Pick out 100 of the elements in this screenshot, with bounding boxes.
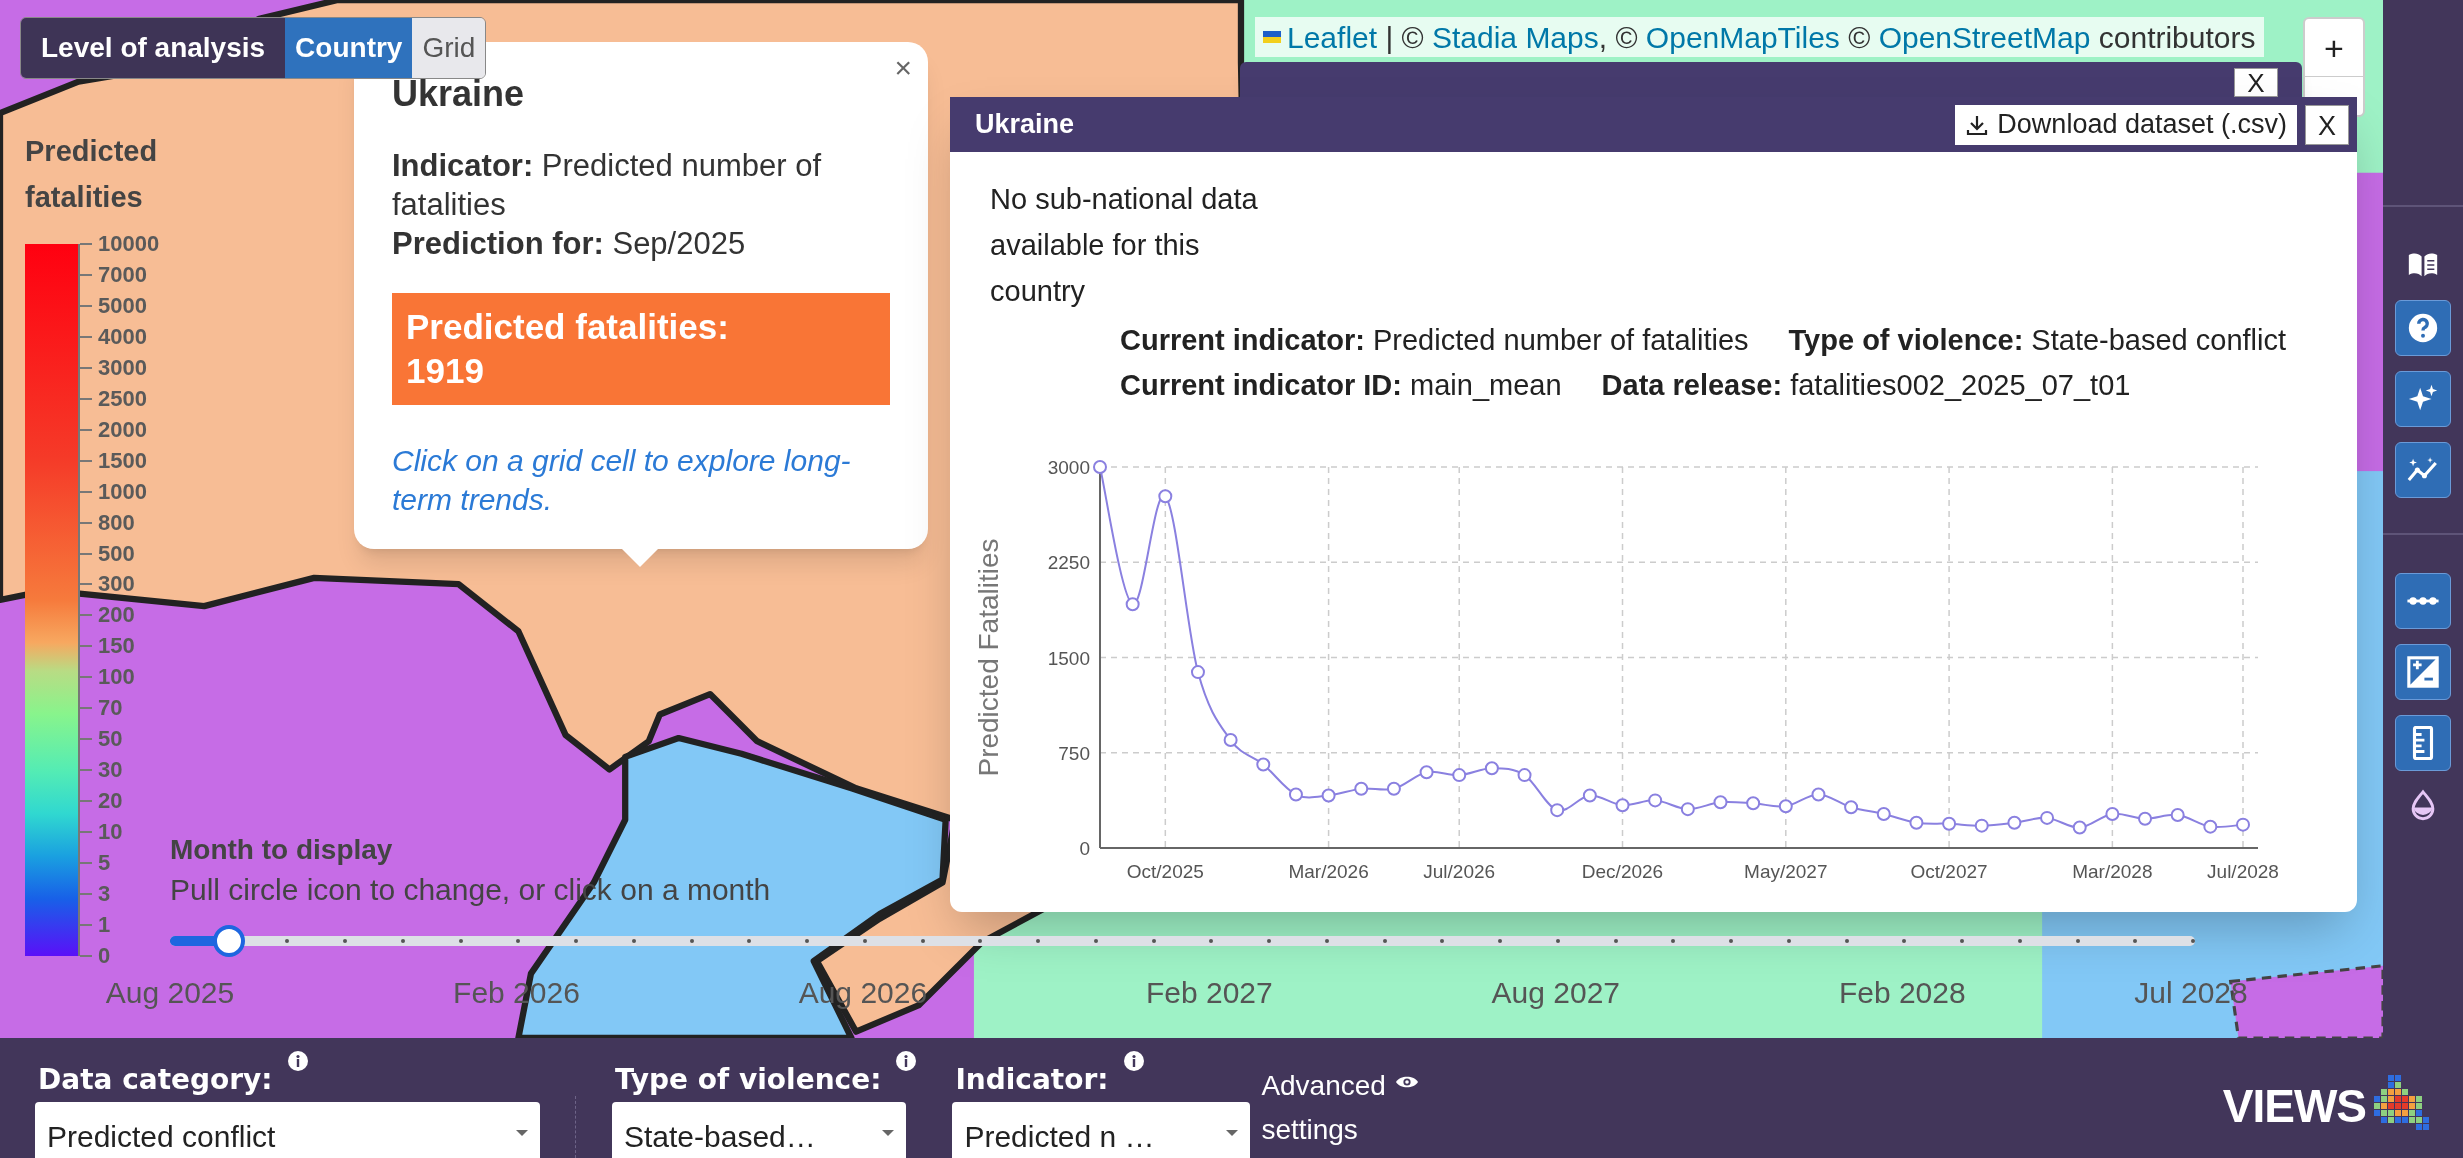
- data-point[interactable]: [1778, 799, 1793, 814]
- legend-label: 5000: [98, 291, 147, 320]
- data-point[interactable]: [1484, 761, 1499, 776]
- attribution-link[interactable]: Stadia Maps: [1432, 14, 1599, 60]
- dotted-line-icon: [2406, 595, 2440, 607]
- data-point[interactable]: [2236, 817, 2250, 832]
- data-point[interactable]: [2170, 808, 2185, 822]
- data-point[interactable]: [1713, 795, 1728, 810]
- legend-label: 500: [98, 539, 135, 568]
- caret-icon: [516, 1130, 528, 1136]
- data-point[interactable]: [1419, 765, 1434, 780]
- data-point[interactable]: [1158, 489, 1173, 504]
- level-option-tab[interactable]: Grid: [412, 18, 486, 78]
- data-point[interactable]: [1942, 816, 1957, 831]
- x-tick-label: Mar/2026: [1288, 861, 1369, 882]
- no-data-note: No sub-national data available for this country: [990, 182, 1259, 309]
- data-point[interactable]: [1648, 793, 1663, 808]
- toolbar-button[interactable]: [2395, 715, 2451, 771]
- data-point[interactable]: [1354, 781, 1369, 796]
- data-point[interactable]: [1974, 818, 1989, 833]
- month-label[interactable]: Feb 2027: [1145, 970, 1273, 1015]
- slider-thumb[interactable]: [212, 925, 245, 957]
- legend-label: 100: [98, 663, 135, 692]
- data-point[interactable]: [2138, 811, 2153, 826]
- panel-title: Ukraine: [975, 108, 1075, 142]
- data-point[interactable]: [1190, 665, 1205, 680]
- data-point[interactable]: [1680, 802, 1695, 817]
- y-tick-label: 0: [1079, 838, 1090, 859]
- data-point[interactable]: [2040, 810, 2055, 825]
- legend-label: 1000: [98, 477, 147, 506]
- legend-label: 70: [98, 694, 123, 723]
- toolbar-button[interactable]: [2395, 442, 2451, 498]
- month-slider[interactable]: [170, 925, 2195, 957]
- data-point[interactable]: [1321, 788, 1336, 803]
- legend-label: 0: [98, 941, 111, 970]
- highlight-label: Predicted fatalities:: [406, 306, 730, 348]
- highlight-value: 1919: [406, 350, 485, 392]
- data-point[interactable]: [1909, 815, 1924, 830]
- download-button[interactable]: Download dataset (.csv): [1955, 104, 2297, 145]
- legend-label: 30: [98, 756, 123, 785]
- toolbar-button[interactable]: [2395, 644, 2451, 700]
- attribution-link[interactable]: OpenMapTiles: [1645, 14, 1840, 60]
- explore-link[interactable]: Click on a grid cell to explore long-term trends.: [392, 441, 890, 519]
- caret-icon: [1226, 1130, 1239, 1136]
- legend-label: 7000: [98, 260, 147, 289]
- close-button[interactable]: X: [2234, 68, 2278, 97]
- data-point[interactable]: [1517, 768, 1532, 783]
- data-point[interactable]: [1093, 460, 1107, 474]
- data-point[interactable]: [1125, 597, 1140, 612]
- close-button[interactable]: X: [2305, 104, 2349, 145]
- data-point[interactable]: [1386, 781, 1401, 796]
- dropdown-select[interactable]: State-based…: [612, 1102, 906, 1158]
- attribution-link[interactable]: OpenStreetMap: [1878, 14, 2091, 60]
- select-value: Predicted conflict: [47, 1119, 276, 1155]
- data-point[interactable]: [2105, 806, 2120, 821]
- info-icon: [1122, 1050, 1145, 1072]
- data-point[interactable]: [1256, 757, 1271, 772]
- pixel-map-icon: [2374, 1075, 2430, 1131]
- data-point[interactable]: [1550, 803, 1565, 818]
- caret-icon: [882, 1130, 894, 1136]
- data-point[interactable]: [1615, 798, 1630, 813]
- data-point[interactable]: [1746, 796, 1761, 811]
- select-value: Predicted n …: [964, 1119, 1155, 1155]
- toolbar-button[interactable]: [2395, 300, 2451, 356]
- data-point[interactable]: [2072, 820, 2087, 835]
- data-point[interactable]: [1811, 787, 1826, 802]
- select-value: State-based…: [624, 1119, 816, 1155]
- legend-label: 50: [98, 725, 123, 754]
- x-tick-label: May/2027: [1744, 861, 1828, 882]
- toolbar-button[interactable]: [2395, 573, 2451, 629]
- level-option-tab[interactable]: Country: [285, 18, 413, 78]
- data-point[interactable]: [2203, 819, 2218, 834]
- month-label[interactable]: Feb 2028: [1838, 970, 1966, 1015]
- map-attribution: Leaflet | © Stadia Maps, © OpenMapTiles © OpenStreetMap contributors: [1255, 17, 2264, 57]
- legend-label: 5: [98, 849, 111, 878]
- y-tick-label: 2250: [1047, 552, 1090, 574]
- plus-minus-square-icon: [2406, 655, 2440, 689]
- data-point[interactable]: [1876, 806, 1891, 821]
- legend-label: 10000: [98, 230, 160, 258]
- x-tick-label: Oct/2025: [1126, 861, 1204, 882]
- month-label[interactable]: Aug 2027: [1491, 970, 1621, 1015]
- dropdown-select[interactable]: Predicted conflict: [35, 1102, 540, 1158]
- indicator-info: Type of violence: State-based conflict: [1788, 322, 2287, 358]
- popup-text: Prediction for: Sep/2025: [392, 225, 747, 263]
- close-button[interactable]: ×: [894, 48, 912, 88]
- data-point[interactable]: [1288, 787, 1303, 802]
- data-point[interactable]: [2007, 815, 2022, 830]
- legend-label: 10: [98, 818, 123, 847]
- y-tick-label: 750: [1058, 742, 1090, 764]
- data-point[interactable]: [1452, 768, 1467, 783]
- data-point[interactable]: [1844, 800, 1859, 815]
- advanced-settings-toggle[interactable]: Advanced settings: [1261, 1064, 1402, 1152]
- indicator-info: Data release: fatalities002_2025_07_t01: [1601, 367, 2131, 403]
- toolbar-button[interactable]: [2395, 371, 2451, 427]
- attribution-link[interactable]: Leaflet: [1287, 14, 1378, 60]
- legend-label: 800: [98, 508, 135, 537]
- dropdown-select[interactable]: Predicted n …: [952, 1102, 1251, 1158]
- data-point[interactable]: [1582, 788, 1597, 803]
- legend-label: 2000: [98, 415, 147, 444]
- data-point[interactable]: [1223, 733, 1238, 748]
